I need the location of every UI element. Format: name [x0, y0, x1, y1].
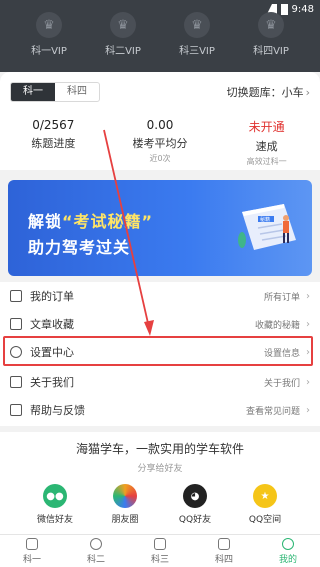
chevron-right-icon: › — [306, 290, 310, 302]
stat-label: 速成 — [255, 140, 278, 153]
subject-tabs: 科一 科四 — [10, 82, 100, 102]
nav-label: 科一 — [22, 554, 41, 565]
share-qzone[interactable]: ★ QQ空间 — [237, 484, 293, 525]
svg-text:秘籍: 秘籍 — [260, 216, 270, 223]
share-label: QQ好友 — [178, 515, 212, 525]
nav-label: 我的 — [278, 554, 297, 565]
feedback-icon — [10, 404, 22, 416]
menu-item-help[interactable]: 帮助与反馈 查看常见问题 › — [0, 396, 320, 424]
share-moments[interactable]: 朋友圈 — [97, 484, 153, 525]
exam-secret-banner[interactable]: 解锁“考试秘籍” 助力驾考过关 秘籍 — [8, 180, 312, 276]
stat-speed[interactable]: 未开通 速成 高效过科一 — [213, 118, 320, 167]
share-label: 朋友圈 — [111, 515, 139, 525]
nav-subject-4[interactable]: 科四 — [192, 535, 256, 567]
stat-label: 楼考平均分 — [132, 137, 188, 150]
nav-subject-3[interactable]: 科三 — [128, 535, 192, 567]
nav-subject-1[interactable]: 科一 — [0, 535, 64, 567]
nav-label: 科三 — [150, 554, 169, 565]
nav-label: 科四 — [214, 554, 233, 565]
bottom-nav: 科一 科二 科三 科四 我的 — [0, 534, 320, 567]
layers-icon — [10, 318, 22, 330]
menu-item-favorites[interactable]: 文章收藏 收藏的秘籍 › — [0, 310, 320, 338]
folder-icon — [26, 537, 38, 550]
switch-bank-button[interactable]: 切换题库：小车 › — [227, 84, 310, 100]
stat-sub: 近0次 — [149, 154, 171, 163]
share-section: 海猫学车，一款实用的学车软件 分享给好友 ●● 微信好友 朋友圈 ◕ QQ好友 … — [0, 432, 320, 534]
banner-line-1: 解锁“考试秘籍” — [28, 212, 154, 231]
road-icon — [154, 537, 166, 550]
menu-item-label: 帮助与反馈 — [30, 404, 85, 417]
chevron-right-icon: › — [306, 376, 310, 388]
menu-item-hint: 收藏的秘籍 — [254, 320, 300, 331]
share-label: 微信好友 — [36, 515, 73, 525]
stats-card: 科一 科四 切换题库：小车 › 0/2567 练题进度 0.00 楼考平均分 近0… — [0, 72, 320, 170]
qzone-star-icon: ★ — [253, 484, 277, 508]
share-subtitle: 分享给好友 — [137, 464, 183, 474]
qq-icon: ◕ — [183, 484, 207, 508]
vip-label: 科一VIP — [31, 46, 67, 57]
moments-icon — [113, 484, 137, 508]
menu-item-about[interactable]: 关于我们 关于我们 › — [0, 368, 320, 396]
stat-sub: 高效过科一 — [246, 157, 287, 166]
switch-bank-label: 切换题库：小车 — [226, 86, 304, 99]
menu-item-hint: 查看常见问题 — [245, 406, 300, 417]
stat-value: 0/2567 — [32, 118, 75, 132]
tab-subject-1[interactable]: 科一 — [11, 83, 55, 101]
stat-value: 未开通 — [248, 120, 285, 134]
share-wechat[interactable]: ●● 微信好友 — [27, 484, 83, 525]
share-label: QQ空间 — [248, 515, 282, 525]
stat-value: 0.00 — [146, 118, 174, 132]
menu-item-orders[interactable]: 我的订单 所有订单 › — [0, 282, 320, 310]
crown-icon: ♛ — [110, 12, 136, 38]
nav-label: 科二 — [86, 554, 105, 565]
user-icon — [282, 537, 294, 550]
chevron-right-icon: › — [306, 318, 310, 330]
vip-tab-3[interactable]: ♛ 科三VIP — [167, 12, 227, 57]
nav-subject-2[interactable]: 科二 — [64, 535, 128, 567]
chevron-right-icon: › — [306, 404, 310, 416]
timer-icon — [90, 537, 102, 550]
vip-label: 科二VIP — [105, 46, 141, 57]
vip-label: 科三VIP — [179, 46, 215, 57]
vip-label: 科四VIP — [253, 46, 289, 57]
store-icon — [10, 376, 22, 388]
menu-item-label: 我的订单 — [30, 290, 74, 303]
menu-item-label: 关于我们 — [30, 376, 74, 389]
book-icon — [218, 537, 230, 550]
crown-icon: ♛ — [184, 12, 210, 38]
book-illustration: 秘籍 — [238, 204, 296, 250]
crown-icon: ♛ — [36, 12, 62, 38]
vip-tab-1[interactable]: ♛ 科一VIP — [19, 12, 79, 57]
banner-line-2: 助力驾考过关 — [28, 238, 131, 257]
stat-label: 练题进度 — [31, 137, 76, 150]
stat-avg-score[interactable]: 0.00 楼考平均分 近0次 — [107, 118, 214, 167]
menu-item-label: 文章收藏 — [30, 318, 74, 331]
nav-mine[interactable]: 我的 — [256, 535, 320, 567]
settings-highlight-box — [3, 336, 313, 366]
share-title: 海猫学车，一款实用的学车软件 — [75, 442, 244, 456]
stat-progress[interactable]: 0/2567 练题进度 — [0, 118, 107, 167]
vip-tab-4[interactable]: ♛ 科四VIP — [241, 12, 301, 57]
tab-subject-4[interactable]: 科四 — [55, 83, 99, 101]
menu-item-hint: 所有订单 — [263, 292, 300, 303]
chevron-right-icon: › — [305, 86, 310, 99]
order-icon — [10, 290, 22, 302]
vip-header: 9:48 ♛ 科一VIP ♛ 科二VIP ♛ 科三VIP ♛ 科四VIP — [0, 0, 320, 72]
wechat-icon: ●● — [43, 484, 67, 508]
share-qq[interactable]: ◕ QQ好友 — [167, 484, 223, 525]
menu-item-hint: 关于我们 — [263, 378, 300, 389]
vip-tab-2[interactable]: ♛ 科二VIP — [93, 12, 153, 57]
crown-icon: ♛ — [258, 12, 284, 38]
